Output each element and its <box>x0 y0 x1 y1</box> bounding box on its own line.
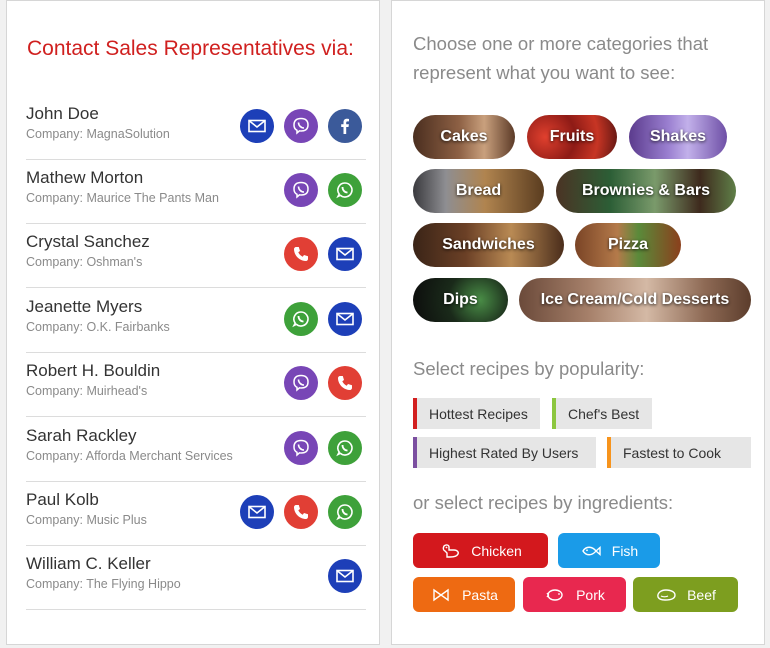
contact-name: John Doe <box>26 104 99 123</box>
fish-icon <box>581 545 601 556</box>
categories-prompt-line: Choose one or more categories that <box>413 33 709 54</box>
whatsapp-icon[interactable] <box>328 173 362 207</box>
category-brownies[interactable]: Brownies & Bars <box>556 169 736 213</box>
contact-name: William C. Keller <box>26 554 151 573</box>
contact-name: Jeanette Myers <box>26 297 143 316</box>
contact-row[interactable]: Crystal Sanchez Company: Oshman's <box>26 224 366 288</box>
email-icon[interactable] <box>328 302 362 336</box>
contact-row[interactable]: William C. Keller Company: The Flying Hi… <box>26 546 366 610</box>
viber-icon[interactable] <box>284 109 318 143</box>
category-label: Fruits <box>549 128 595 145</box>
ingredient-label: Beef <box>687 586 716 603</box>
whatsapp-icon[interactable] <box>328 431 362 465</box>
category-shakes[interactable]: Shakes <box>629 115 727 159</box>
contact-name: Robert H. Bouldin <box>26 361 161 380</box>
contact-row[interactable]: Paul Kolb Company: Music Plus <box>26 482 366 546</box>
category-label: Brownies & Bars <box>581 182 711 199</box>
category-cakes[interactable]: Cakes <box>413 115 515 159</box>
viber-icon[interactable] <box>284 366 318 400</box>
contact-row[interactable]: Robert H. Bouldin Company: Muirhead's <box>26 353 366 417</box>
contact-name: Crystal Sanchez <box>26 232 150 251</box>
ingredient-fish[interactable]: Fish <box>558 533 660 568</box>
phone-icon[interactable] <box>284 237 318 271</box>
popularity-prompt: Select recipes by popularity: <box>413 358 645 379</box>
contact-row[interactable]: Jeanette Myers Company: O.K. Fairbanks <box>26 289 366 353</box>
email-icon[interactable] <box>328 237 362 271</box>
contact-company: Company: Afforda Merchant Services <box>26 449 233 463</box>
contact-company: Company: Maurice The Pants Man <box>26 191 219 205</box>
category-label: Shakes <box>649 128 707 145</box>
pork-icon <box>546 588 563 601</box>
email-icon[interactable] <box>240 495 274 529</box>
ingredient-pork[interactable]: Pork <box>523 577 626 612</box>
contact-company: Company: Oshman's <box>26 255 143 269</box>
contact-company: Company: The Flying Hippo <box>26 577 181 591</box>
contact-name: Sarah Rackley <box>26 426 137 445</box>
category-fruits[interactable]: Fruits <box>527 115 617 159</box>
category-dips[interactable]: Dips <box>413 278 508 322</box>
ingredient-pasta[interactable]: Pasta <box>413 577 515 612</box>
whatsapp-icon[interactable] <box>328 495 362 529</box>
contact-name: Mathew Morton <box>26 168 144 187</box>
category-label: Ice Cream/Cold Desserts <box>540 291 730 308</box>
category-label: Sandwiches <box>442 236 535 253</box>
contact-company: Company: MagnaSolution <box>26 127 170 141</box>
pasta-icon <box>433 588 449 601</box>
ingredient-label: Chicken <box>471 542 522 559</box>
viber-icon[interactable] <box>284 431 318 465</box>
ingredient-label: Fish <box>611 542 639 559</box>
popularity-chefs-best[interactable]: Chef's Best <box>552 398 652 429</box>
phone-icon[interactable] <box>284 495 318 529</box>
ingredient-beef[interactable]: Beef <box>633 577 738 612</box>
email-icon[interactable] <box>240 109 274 143</box>
contact-row[interactable]: Mathew Morton Company: Maurice The Pants… <box>26 160 366 224</box>
contact-company: Company: O.K. Fairbanks <box>26 320 170 334</box>
popularity-label: Chef's Best <box>568 405 640 422</box>
popularity-label: Hottest Recipes <box>429 405 528 422</box>
ingredient-label: Pork <box>576 586 605 603</box>
contact-company: Company: Muirhead's <box>26 384 148 398</box>
popularity-highest-rated[interactable]: Highest Rated By Users <box>413 437 596 468</box>
ingredients-prompt: or select recipes by ingredients: <box>413 492 674 513</box>
ingredient-chicken[interactable]: Chicken <box>413 533 548 568</box>
popularity-label: Fastest to Cook <box>623 444 722 461</box>
contacts-panel: Contact Sales Representatives via: John … <box>6 0 380 645</box>
contact-row[interactable]: Sarah Rackley Company: Afforda Merchant … <box>26 418 366 482</box>
popularity-fastest[interactable]: Fastest to Cook <box>607 437 751 468</box>
ingredient-label: Pasta <box>462 586 498 603</box>
viber-icon[interactable] <box>284 173 318 207</box>
contact-company: Company: Music Plus <box>26 513 147 527</box>
phone-icon[interactable] <box>328 366 362 400</box>
popularity-label: Highest Rated By Users <box>429 444 579 461</box>
category-pizza[interactable]: Pizza <box>575 223 681 267</box>
category-sandwiches[interactable]: Sandwiches <box>413 223 564 267</box>
whatsapp-icon[interactable] <box>284 302 318 336</box>
beef-icon <box>657 588 676 601</box>
chicken-icon <box>442 543 460 558</box>
category-label: Dips <box>443 291 478 308</box>
facebook-icon[interactable] <box>328 109 362 143</box>
popularity-hottest[interactable]: Hottest Recipes <box>413 398 540 429</box>
category-label: Pizza <box>607 236 648 253</box>
category-label: Bread <box>455 182 502 199</box>
categories-prompt-line: represent what you want to see: <box>413 62 676 83</box>
contacts-title: Contact Sales Representatives via: <box>27 37 354 60</box>
categories-prompt: Choose one or more categories that repre… <box>413 29 708 87</box>
category-label: Cakes <box>440 128 488 145</box>
contact-row[interactable]: John Doe Company: MagnaSolution <box>26 96 366 160</box>
contact-name: Paul Kolb <box>26 490 99 509</box>
email-icon[interactable] <box>328 559 362 593</box>
category-bread[interactable]: Bread <box>413 169 544 213</box>
category-ice-cream[interactable]: Ice Cream/Cold Desserts <box>519 278 751 322</box>
recipes-panel: Choose one or more categories that repre… <box>391 0 765 645</box>
